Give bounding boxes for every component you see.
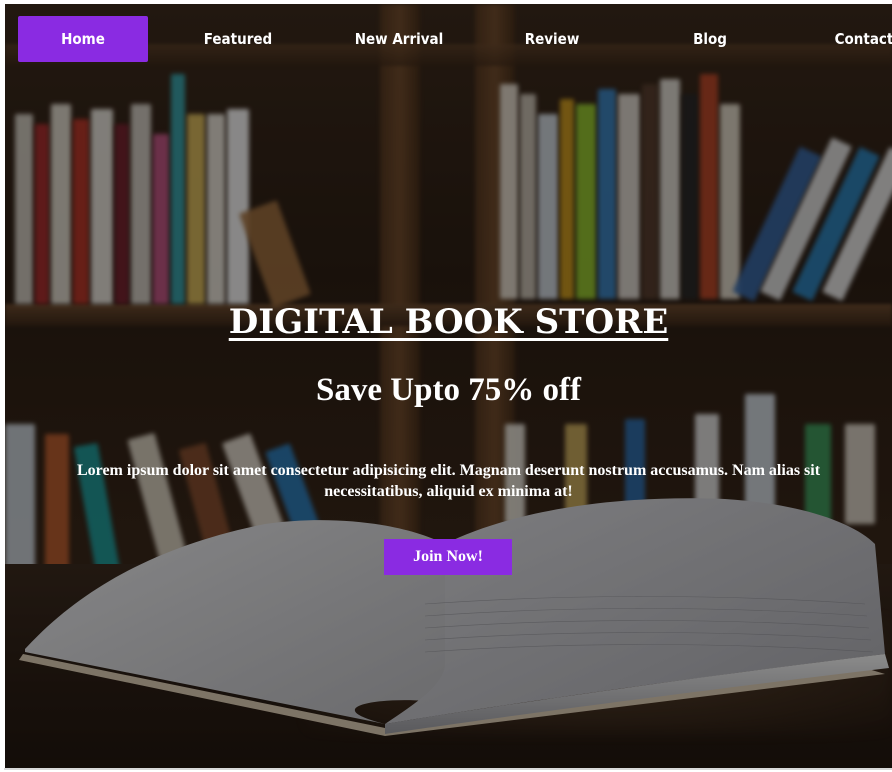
hero-description: Lorem ipsum dolor sit amet consectetur a… [76,462,821,500]
nav-item-review[interactable]: Review [502,16,602,62]
hero-subtitle: Save Upto 75% off [316,372,581,408]
nav-item-blog[interactable]: Blog [662,16,758,62]
nav-item-featured[interactable]: Featured [176,16,300,62]
page-divider [4,768,892,770]
hero-section: Home Featured New Arrival Review Blog Co… [5,4,892,768]
nav-item-home[interactable]: Home [18,16,148,62]
join-now-button[interactable]: Join Now! [384,539,512,575]
main-nav: Home Featured New Arrival Review Blog Co… [18,16,892,62]
hero-title: DIGITAL BOOK STORE [228,302,669,342]
nav-item-contact[interactable]: Contact [816,16,892,62]
nav-item-new-arrival[interactable]: New Arrival [336,16,462,62]
